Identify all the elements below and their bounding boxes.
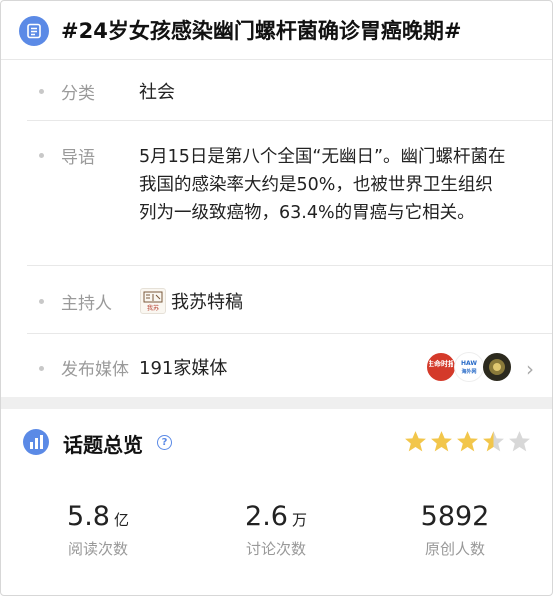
bullet-dot — [39, 299, 44, 304]
star-icon — [405, 431, 426, 452]
host-logo-text: 我苏 — [147, 304, 159, 312]
media-count[interactable]: 191家媒体 — [139, 354, 227, 380]
stat-discussions: 2.6 万 讨论次数 — [196, 501, 356, 559]
section-gap — [1, 397, 552, 409]
star-half-icon — [483, 431, 504, 452]
category-label: 分类 — [61, 84, 95, 104]
stat-reads: 5.8 亿 阅读次数 — [18, 501, 178, 559]
media-logo-text: 海外网 — [461, 368, 476, 375]
host-logo[interactable]: 我苏 — [140, 288, 166, 314]
document-icon — [19, 16, 49, 46]
bullet-dot — [39, 153, 44, 158]
stat-caption: 原创人数 — [424, 540, 485, 558]
overview-title: 话题总览 — [63, 433, 143, 457]
topic-card: #24岁女孩感染幽门螺杆菌确诊胃癌晚期# 分类 社会 导语 5月15日是第八个全… — [0, 0, 553, 596]
star-icon — [457, 431, 478, 452]
star-empty-icon — [509, 431, 530, 452]
rating-stars — [403, 429, 533, 454]
media-logo-haiwaiwang: HAW 海外网 — [454, 352, 484, 382]
stat-value: 5892 — [420, 501, 490, 532]
host-name[interactable]: 我苏特稿 — [171, 288, 243, 314]
help-icon[interactable]: ? — [157, 435, 172, 450]
bullet-dot — [39, 89, 44, 94]
host-label: 主持人 — [61, 294, 112, 314]
stat-caption: 讨论次数 — [245, 540, 306, 558]
row-divider — [27, 265, 552, 266]
row-divider — [27, 333, 552, 334]
topic-header: #24岁女孩感染幽门螺杆菌确诊胃癌晚期# — [1, 1, 552, 59]
stat-value: 2.6 — [245, 501, 288, 532]
media-logo-text: 生命时报 — [429, 359, 453, 368]
category-value: 社会 — [139, 82, 175, 103]
intro-label: 导语 — [61, 148, 95, 168]
star-icon — [431, 431, 452, 452]
stat-unit: 亿 — [113, 511, 129, 529]
chevron-right-icon[interactable]: › — [526, 357, 534, 381]
row-divider — [27, 120, 552, 121]
media-avatar-icon — [482, 352, 512, 382]
stat-creators: 5892 原创人数 — [375, 501, 535, 559]
stat-unit: 万 — [291, 511, 307, 529]
media-label: 发布媒体 — [61, 360, 129, 380]
header-divider — [1, 59, 552, 60]
stat-value: 5.8 — [67, 501, 110, 532]
svg-text:HAW: HAW — [461, 360, 477, 367]
stat-caption: 阅读次数 — [67, 540, 128, 558]
intro-text: 5月15日是第八个全国“无幽日”。幽门螺杆菌在我国的感染率大约是50%，也被世界… — [139, 147, 506, 223]
bar-chart-icon — [23, 429, 49, 455]
media-logo-group[interactable]: 生命时报 HAW 海外网 — [426, 352, 512, 382]
topic-title: #24岁女孩感染幽门螺杆菌确诊胃癌晚期# — [61, 19, 462, 43]
bullet-dot — [39, 366, 44, 371]
media-logo-shengming-shibao: 生命时报 — [426, 352, 456, 382]
